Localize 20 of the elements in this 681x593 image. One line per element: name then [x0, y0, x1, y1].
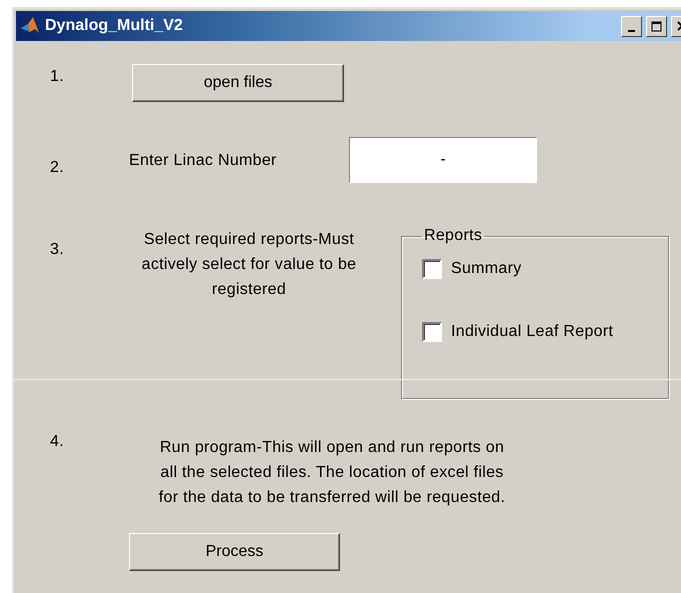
step-number: 4.	[50, 433, 65, 451]
checkbox-label: Individual Leaf Report	[451, 323, 614, 341]
open-files-button[interactable]: open files	[132, 64, 344, 102]
minimize-button[interactable]	[621, 16, 642, 36]
process-button[interactable]: Process	[129, 533, 340, 571]
step-number: 1.	[50, 67, 65, 86]
group-title: Reports	[423, 227, 484, 245]
checkbox-label: Summary	[451, 260, 522, 278]
instruction-text: Select required reports-Must actively select for value to be registered	[140, 230, 358, 300]
checkbox[interactable]	[422, 322, 442, 342]
maximize-icon	[651, 20, 662, 32]
instruction-text: Run program-This will open and run reports on all the selected files. The location of excel files for the data to be transferred will be requested.	[158, 438, 506, 508]
input-field[interactable]: -	[349, 137, 537, 183]
checkbox[interactable]	[422, 259, 442, 279]
maximize-button[interactable]	[646, 16, 667, 36]
minimize-icon	[628, 30, 635, 32]
window-title: Dynalog_Multi_V2	[45, 17, 184, 35]
step-number: 3.	[50, 240, 65, 259]
field-label: Enter Linac Number	[129, 151, 278, 171]
step-number: 2.	[50, 158, 65, 177]
